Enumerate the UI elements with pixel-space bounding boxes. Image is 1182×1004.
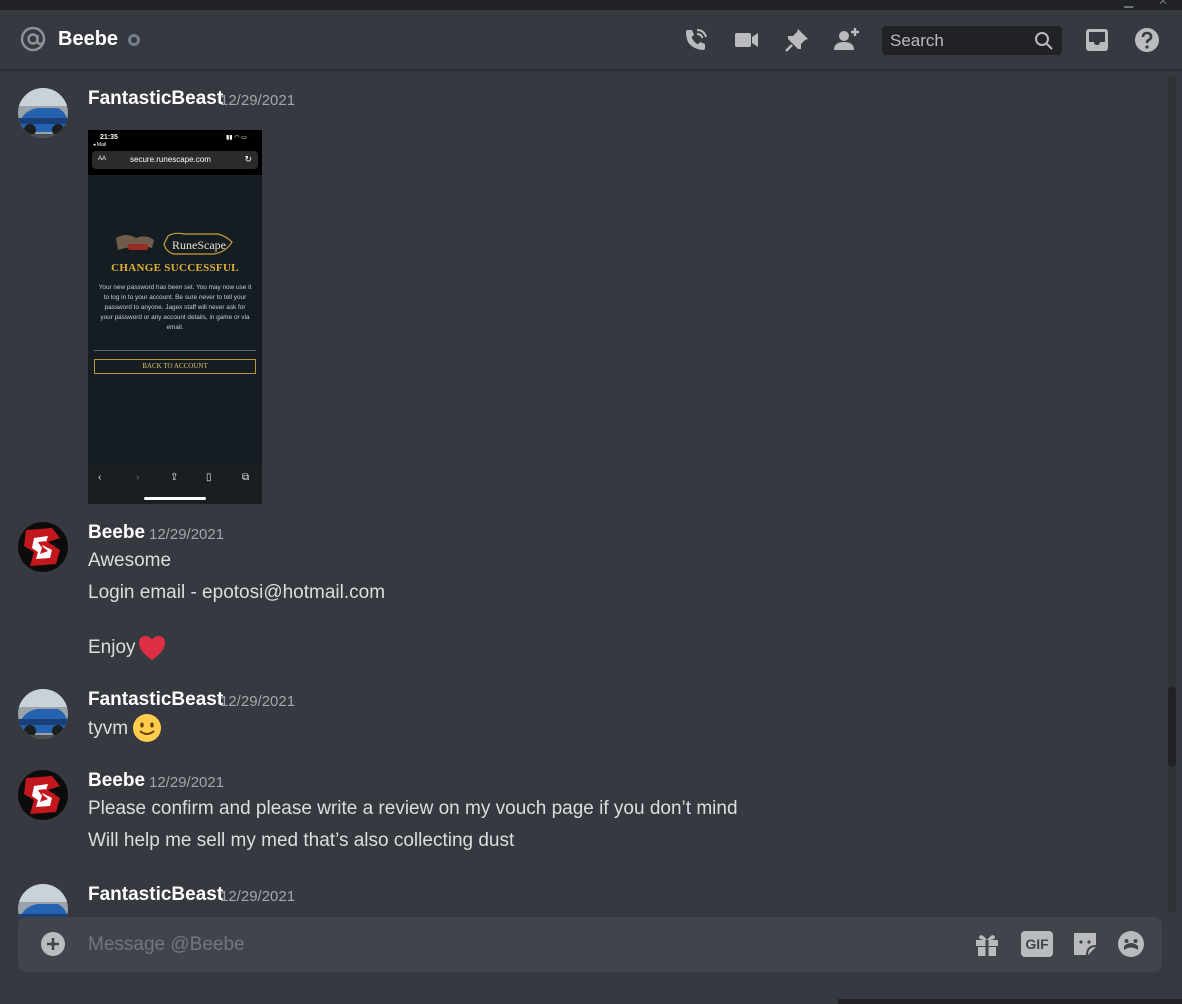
window-bottom-edge	[838, 999, 1182, 1004]
divider	[94, 350, 256, 351]
message-author[interactable]: Beebe	[88, 770, 145, 792]
message-text: tyvm	[88, 718, 129, 739]
phone-back-label: ◂ Mail	[93, 142, 107, 148]
gif-picker-button[interactable]: GIF	[1021, 931, 1053, 957]
avatar[interactable]	[18, 884, 68, 917]
avatar[interactable]	[18, 88, 68, 138]
svg-text:RuneScape: RuneScape	[172, 238, 226, 252]
message-group: FantasticBeast 12/29/2021 21:35 ◂ Mail ▮…	[0, 87, 1160, 507]
heart-emoji-icon	[139, 636, 165, 660]
runescape-logo: RuneScape	[116, 232, 233, 255]
back-to-account-button: BACK TO ACCOUNT	[94, 359, 256, 374]
avatar[interactable]	[18, 770, 68, 820]
message-text: Login email - epotosi@hotmail.com	[88, 582, 386, 603]
message-text: Enjoy	[88, 637, 136, 658]
add-attachment-icon[interactable]	[39, 930, 67, 958]
search-box	[882, 26, 1062, 55]
phone-clock: 21:35	[100, 134, 118, 141]
change-successful-title: CHANGE SUCCESSFUL	[111, 262, 239, 274]
avatar[interactable]	[18, 522, 68, 572]
window-titlebar: ▁ ✕	[0, 0, 1182, 10]
reload-icon: ↻	[244, 154, 252, 164]
phone-status-bar: 21:35 ◂ Mail ▮▮ ◠ ▭ AA secure.runescape.…	[88, 130, 262, 175]
video-call-icon[interactable]	[732, 26, 760, 54]
bookmarks-icon: ▯	[206, 472, 212, 483]
message-input[interactable]	[88, 917, 948, 972]
phone-browser-toolbar: ‹ › ⇪ ▯ ⧉	[88, 465, 262, 504]
message-group: FantasticBeast 12/29/2021 tyvm	[0, 688, 1160, 748]
search-icon[interactable]	[1034, 31, 1054, 51]
inbox-icon[interactable]	[1083, 26, 1111, 54]
scrollbar-thumb[interactable]	[1168, 687, 1176, 767]
message-author[interactable]: FantasticBeast	[88, 884, 223, 906]
message-timestamp: 12/29/2021	[220, 693, 296, 710]
at-icon	[20, 26, 46, 52]
message-list[interactable]: FantasticBeast 12/29/2021 21:35 ◂ Mail ▮…	[0, 71, 1166, 917]
avatar[interactable]	[18, 689, 68, 739]
image-attachment[interactable]: 21:35 ◂ Mail ▮▮ ◠ ▭ AA secure.runescape.…	[88, 130, 262, 504]
browser-address-bar: AA secure.runescape.com ↻	[92, 151, 258, 169]
message-author[interactable]: FantasticBeast	[88, 689, 223, 711]
message-timestamp: 12/29/2021	[220, 888, 296, 905]
forward-arrow-icon: ›	[136, 472, 140, 483]
dm-recipient-name: Beebe	[58, 28, 119, 50]
dm-header: Beebe	[0, 10, 1182, 70]
message-timestamp: 12/29/2021	[149, 774, 225, 791]
back-arrow-icon: ‹	[98, 472, 102, 483]
scrollbar-track[interactable]	[1168, 75, 1176, 913]
gift-icon[interactable]	[973, 930, 1001, 958]
message-timestamp: 12/29/2021	[149, 526, 225, 543]
message-text: Please confirm and please write a review…	[88, 798, 738, 819]
add-friend-icon[interactable]	[833, 26, 861, 54]
voice-call-icon[interactable]	[682, 26, 710, 54]
message-group: Beebe 12/29/2021 Please confirm and plea…	[0, 769, 1160, 859]
sticker-icon[interactable]	[1071, 930, 1099, 958]
message-composer: GIF	[18, 917, 1162, 972]
browser-url: secure.runescape.com	[130, 155, 211, 164]
reader-aa: AA	[98, 156, 107, 162]
emoji-picker-icon[interactable]	[1117, 930, 1145, 958]
gif-label: GIF	[1025, 936, 1049, 952]
message-text: Will help me sell my med that’s also col…	[88, 830, 515, 851]
slight-smile-emoji-icon	[133, 714, 161, 742]
help-icon[interactable]	[1133, 26, 1161, 54]
message-author[interactable]: Beebe	[88, 522, 145, 544]
battery-icon: ▮▮ ◠ ▭	[226, 135, 247, 141]
close-icon[interactable]: ✕	[1158, 0, 1168, 8]
pin-icon[interactable]	[783, 26, 811, 54]
change-successful-body: Your new password has been set. You may …	[98, 284, 252, 331]
message-group: FantasticBeast 12/29/2021	[0, 883, 1160, 917]
status-offline-icon	[128, 34, 140, 46]
share-icon: ⇪	[170, 472, 179, 483]
minimize-icon[interactable]: ▁	[1124, 0, 1133, 8]
search-input[interactable]	[882, 26, 1030, 55]
message-scrollbar[interactable]	[1166, 71, 1178, 917]
message-timestamp: 12/29/2021	[220, 92, 296, 109]
message-text: Awesome	[88, 550, 172, 571]
message-author[interactable]: FantasticBeast	[88, 88, 223, 110]
message-group: Beebe 12/29/2021 Awesome Login email - e…	[0, 521, 1160, 661]
tabs-icon: ⧉	[242, 472, 250, 483]
home-indicator	[144, 497, 206, 500]
